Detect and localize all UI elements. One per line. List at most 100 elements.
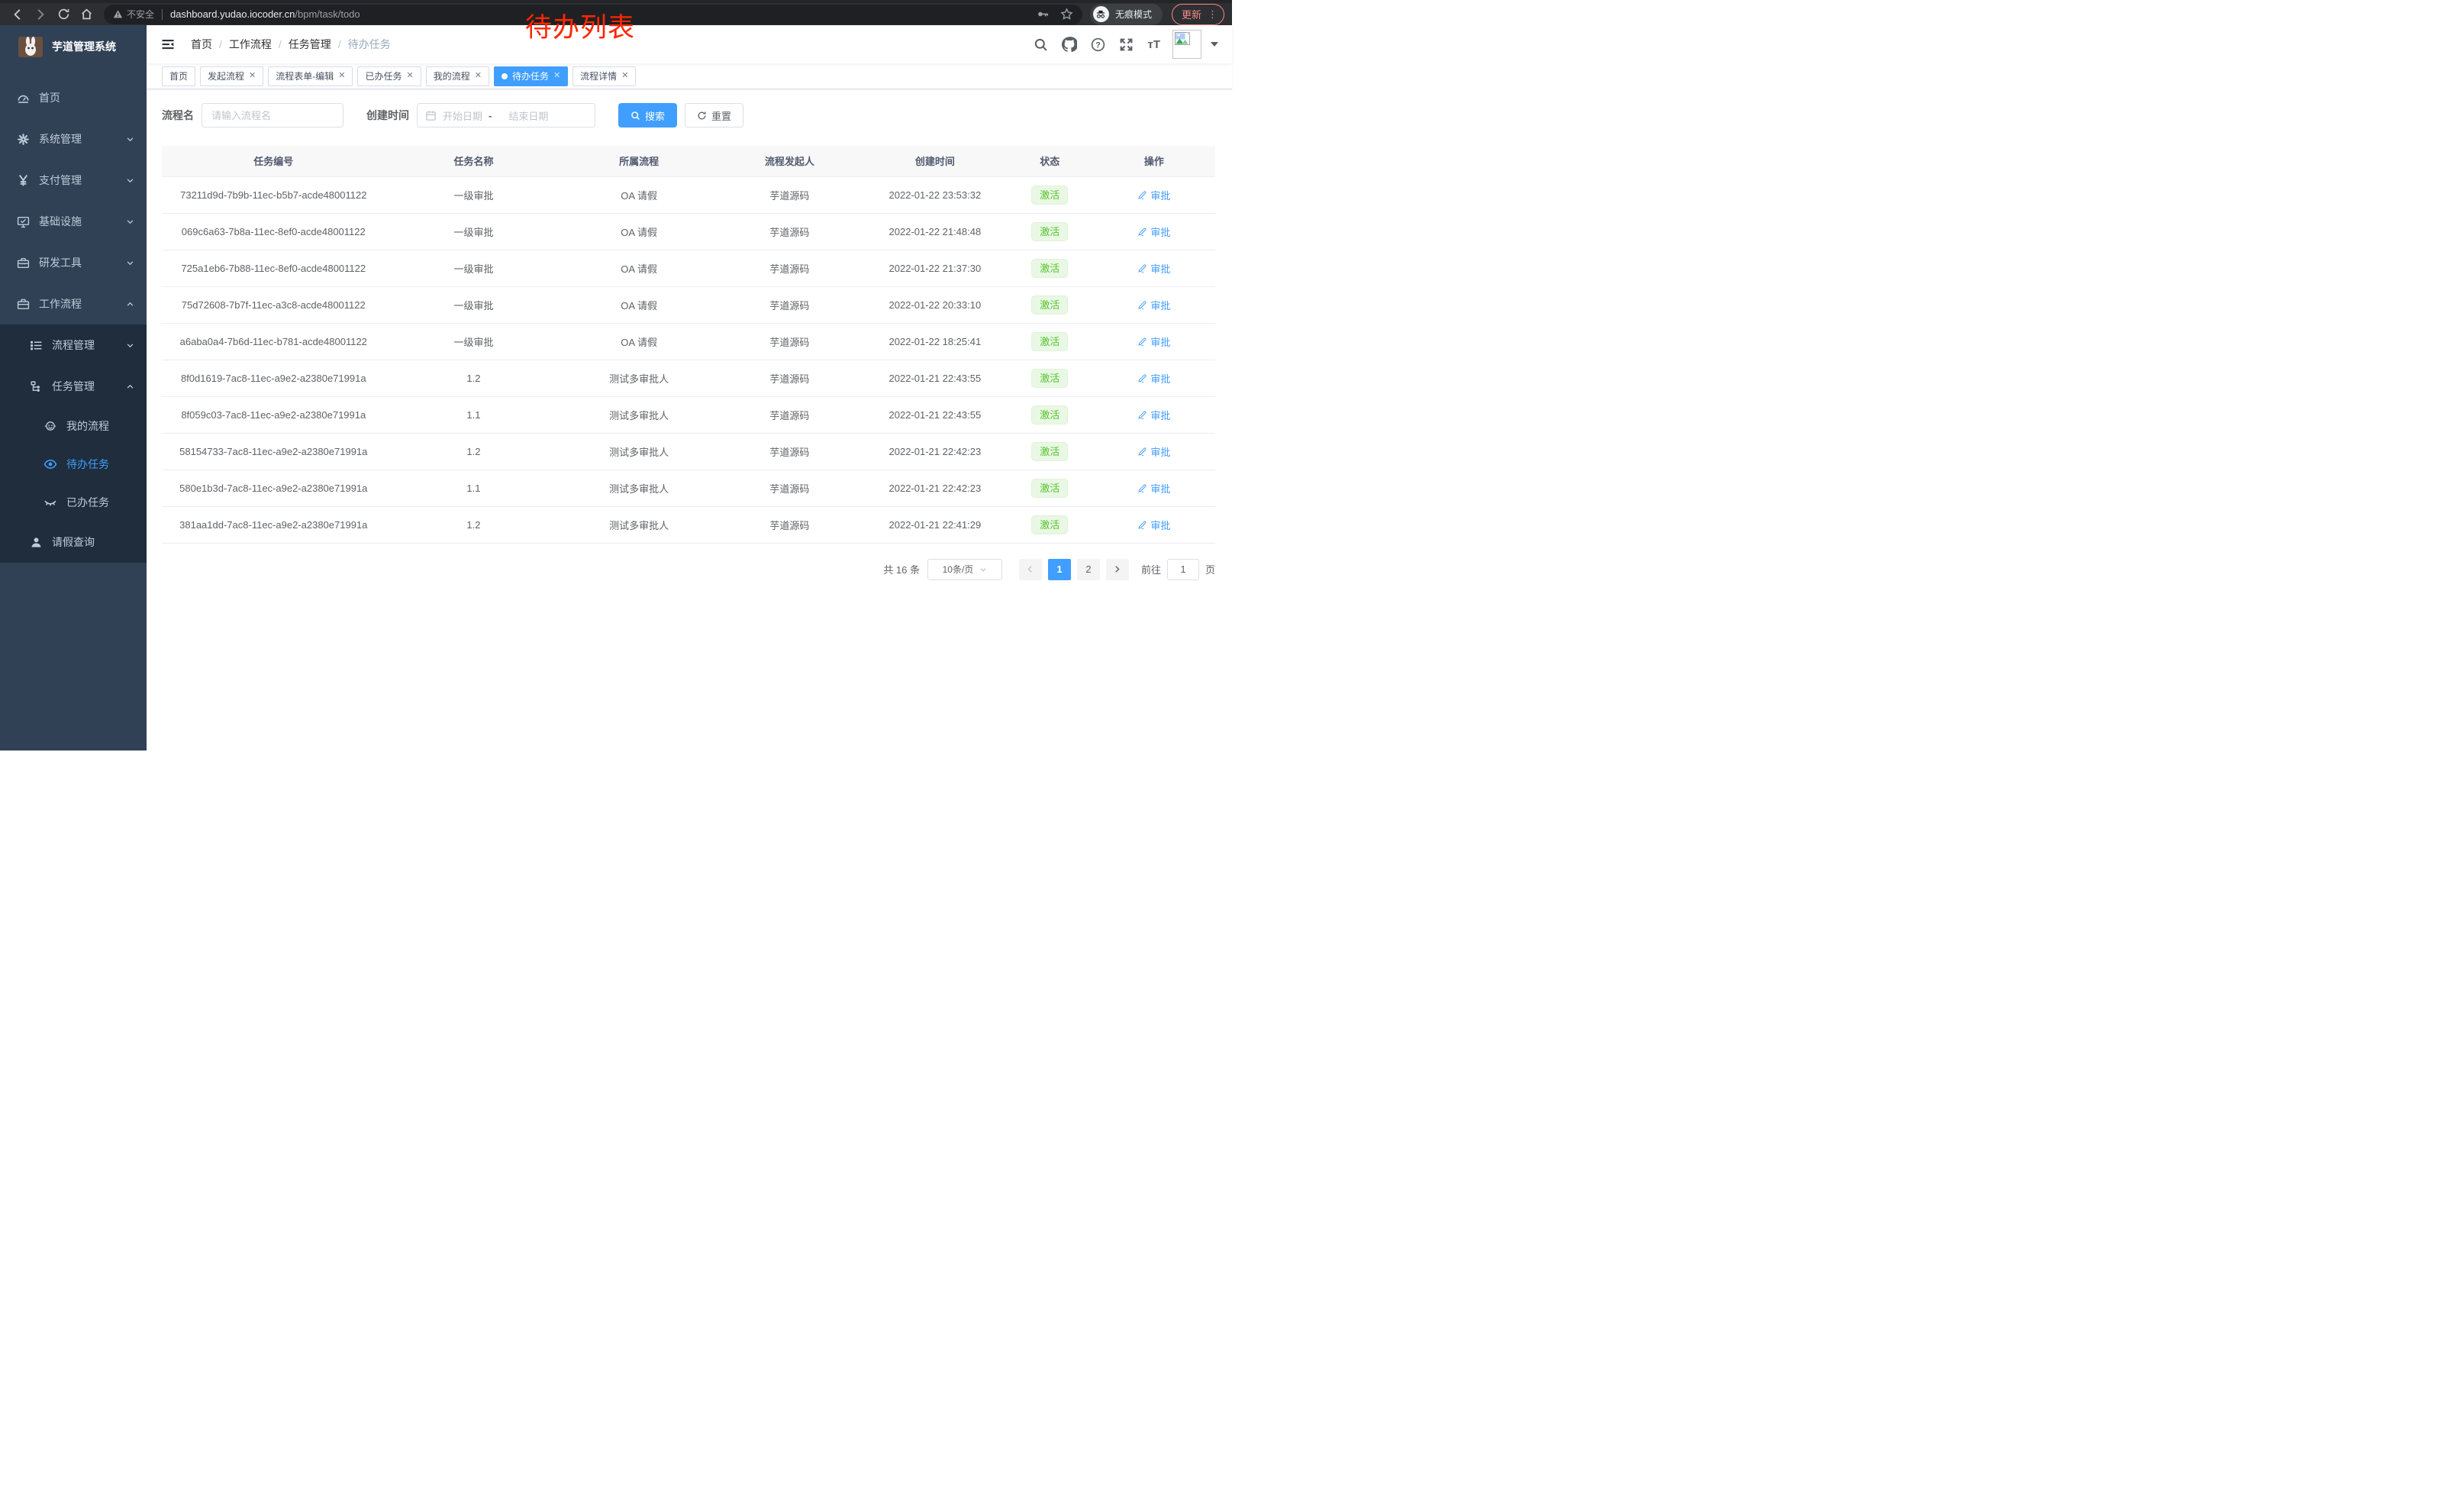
process-name-input[interactable] <box>202 103 343 128</box>
password-key-icon[interactable] <box>1037 8 1050 21</box>
breadcrumb-item-2[interactable]: 任务管理 <box>289 37 331 52</box>
main-area: 首页/工作流程/任务管理/待办任务 ? тT <box>147 25 1232 750</box>
sidebar-item-9[interactable]: 待办任务 <box>0 445 147 483</box>
bookmark-star-icon[interactable] <box>1060 8 1073 21</box>
url-bar[interactable]: 不安全 dashboard.yudao.iocoder.cn/bpm/task/… <box>104 5 1082 24</box>
browser-update-button[interactable]: 更新 ⋮ <box>1172 4 1224 25</box>
tab-close-icon[interactable]: ✕ <box>621 72 628 80</box>
back-icon[interactable] <box>6 5 29 24</box>
approve-link[interactable]: 审批 <box>1137 444 1170 459</box>
fullscreen-icon[interactable] <box>1119 37 1134 52</box>
app-logo-row[interactable]: 芋道管理系统 <box>0 25 147 68</box>
tab-2[interactable]: 流程表单-编辑✕ <box>268 66 353 86</box>
sidebar-item-6[interactable]: 流程管理 <box>0 324 147 366</box>
sidebar-item-7[interactable]: 任务管理 <box>0 366 147 407</box>
tab-close-icon[interactable]: ✕ <box>249 72 256 80</box>
cell-name: 一级审批 <box>385 286 563 323</box>
approve-link-label: 审批 <box>1150 444 1170 459</box>
search-button[interactable]: 搜索 <box>618 103 677 128</box>
cell-starter: 芋道源码 <box>716 323 863 360</box>
tab-close-icon[interactable]: ✕ <box>475 72 482 80</box>
prev-page-button[interactable] <box>1019 559 1042 580</box>
approve-link-label: 审批 <box>1150 408 1170 422</box>
cell-name: 一级审批 <box>385 176 563 213</box>
approve-link[interactable]: 审批 <box>1137 334 1170 349</box>
approve-link[interactable]: 审批 <box>1137 298 1170 312</box>
cell-action: 审批 <box>1093 250 1215 286</box>
approve-link[interactable]: 审批 <box>1137 481 1170 495</box>
sidebar-item-4[interactable]: 研发工具 <box>0 242 147 283</box>
sidebar-item-0[interactable]: 首页 <box>0 77 147 118</box>
avatar[interactable] <box>1172 30 1201 59</box>
approve-link-label: 审批 <box>1150 298 1170 312</box>
approve-link[interactable]: 审批 <box>1137 224 1170 239</box>
sidebar-item-5[interactable]: 工作流程 <box>0 283 147 324</box>
process-name-label: 流程名 <box>162 108 194 123</box>
sidebar-item-11[interactable]: 请假查询 <box>0 521 147 563</box>
pagination: 共 16 条 10条/页 12 前往 <box>162 559 1215 580</box>
tab-4[interactable]: 我的流程✕ <box>426 66 489 86</box>
table-row-5: 8f0d1619-7ac8-11ec-a9e2-a2380e71991a1.2测… <box>162 360 1215 396</box>
forward-icon[interactable] <box>29 5 52 24</box>
approve-link[interactable]: 审批 <box>1137 261 1170 276</box>
tab-label: 首页 <box>169 69 188 82</box>
eye-closed-icon <box>44 495 57 509</box>
sidebar-item-8[interactable]: 我的流程 <box>0 407 147 445</box>
tab-0[interactable]: 首页 <box>162 66 195 86</box>
home-icon[interactable] <box>75 5 98 24</box>
page-button-2[interactable]: 2 <box>1077 559 1100 580</box>
svg-text:?: ? <box>1096 40 1101 50</box>
goto-page-input[interactable] <box>1167 559 1199 580</box>
tab-close-icon[interactable]: ✕ <box>338 72 345 80</box>
goto-suffix: 页 <box>1205 562 1215 576</box>
tab-label: 发起流程 <box>208 69 244 82</box>
page-button-1[interactable]: 1 <box>1048 559 1071 580</box>
search-icon[interactable] <box>1034 37 1048 52</box>
tab-3[interactable]: 已办任务✕ <box>357 66 421 86</box>
broken-image-icon <box>1175 32 1190 45</box>
tab-1[interactable]: 发起流程 ✕ <box>200 66 263 86</box>
tab-6[interactable]: 流程详情✕ <box>572 66 636 86</box>
next-page-button[interactable] <box>1106 559 1129 580</box>
sidebar-item-2[interactable]: 支付管理 <box>0 160 147 201</box>
not-secure-warning[interactable]: 不安全 <box>113 8 154 21</box>
url-path[interactable]: /bpm/task/todo <box>295 8 360 20</box>
tab-close-icon[interactable]: ✕ <box>406 72 413 80</box>
url-host[interactable]: dashboard.yudao.iocoder.cn <box>170 8 295 20</box>
breadcrumb-separator: / <box>219 38 222 50</box>
cell-created: 2022-01-22 21:37:30 <box>863 250 1007 286</box>
sidebar-item-3[interactable]: 基础设施 <box>0 201 147 242</box>
breadcrumb-item-0[interactable]: 首页 <box>191 37 212 52</box>
font-size-icon[interactable]: тT <box>1147 38 1160 51</box>
status-badge: 激活 <box>1031 186 1068 205</box>
cell-created: 2022-01-21 22:42:23 <box>863 433 1007 470</box>
approve-link[interactable]: 审批 <box>1137 371 1170 386</box>
sidebar-item-10[interactable]: 已办任务 <box>0 483 147 521</box>
monitor-icon <box>16 215 30 228</box>
cell-action: 审批 <box>1093 213 1215 250</box>
reload-icon[interactable] <box>52 5 75 24</box>
cell-action: 审批 <box>1093 470 1215 506</box>
sidebar-item-1[interactable]: 系统管理 <box>0 118 147 160</box>
approve-link[interactable]: 审批 <box>1137 408 1170 422</box>
github-icon[interactable] <box>1062 37 1077 52</box>
user-menu-caret-icon[interactable] <box>1211 42 1218 47</box>
sidebar-collapse-icon[interactable] <box>157 34 179 55</box>
reset-button[interactable]: 重置 <box>685 103 743 128</box>
table-row-3: 75d72608-7b7f-11ec-a3c8-acde48001122一级审批… <box>162 286 1215 323</box>
cell-status: 激活 <box>1007 250 1093 286</box>
approve-link[interactable]: 审批 <box>1137 518 1170 532</box>
breadcrumb-item-1[interactable]: 工作流程 <box>229 37 272 52</box>
cell-process: OA 请假 <box>562 176 715 213</box>
cell-id: 725a1eb6-7b88-11ec-8ef0-acde48001122 <box>162 250 385 286</box>
tab-5[interactable]: 待办任务✕ <box>494 66 568 86</box>
tab-close-icon[interactable]: ✕ <box>553 72 560 80</box>
cell-created: 2022-01-22 23:53:32 <box>863 176 1007 213</box>
approve-link[interactable]: 审批 <box>1137 188 1170 202</box>
sidebar-item-label: 任务管理 <box>52 379 95 394</box>
page-size-select[interactable]: 10条/页 <box>927 559 1002 580</box>
browser-menu-icon[interactable]: ⋮ <box>1208 8 1217 21</box>
date-range-picker[interactable]: 开始日期 - 结束日期 <box>417 103 595 128</box>
help-icon[interactable]: ? <box>1091 37 1105 52</box>
page: 不安全 dashboard.yudao.iocoder.cn/bpm/task/… <box>0 0 1232 750</box>
